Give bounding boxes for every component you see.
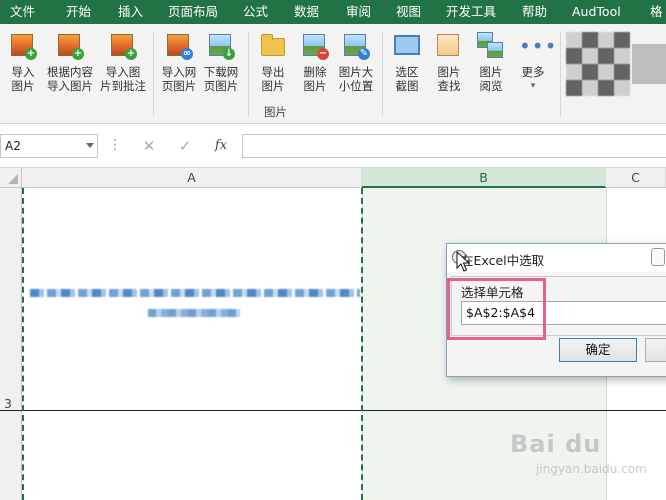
image-gallery-button[interactable]: 图片 阅览 [468, 32, 514, 116]
highlight-box [447, 278, 546, 340]
button-label: 图片 [11, 79, 35, 93]
import-web-image-button[interactable]: ∞ 导入网 页图片 [156, 32, 202, 116]
drag-handle-icon[interactable]: ⋮ [108, 138, 122, 152]
enter-icon[interactable]: ✓ [168, 134, 202, 158]
image-add-icon: + [56, 32, 84, 60]
tab-home[interactable]: 开始 [66, 0, 91, 24]
column-header-b[interactable]: B [362, 168, 606, 188]
button-label: 更多 [521, 65, 545, 79]
tab-formulas[interactable]: 公式 [243, 0, 268, 24]
image-download-icon: ↓ [207, 32, 235, 60]
button-label: 下载网 [203, 65, 239, 79]
more-button[interactable]: ••• 更多 ▾ [510, 32, 556, 116]
more-icon: ••• [519, 34, 558, 58]
button-label: 根据内容 [47, 65, 93, 79]
column-header-c[interactable]: C [606, 168, 666, 188]
button-label: 导入 [11, 65, 35, 79]
row-border [0, 410, 666, 411]
button-label: 导入网 [161, 65, 197, 79]
ribbon-separator [248, 32, 249, 116]
button-label: 查找 [437, 79, 461, 93]
watermark-logo: Bai du [510, 430, 602, 458]
folder-icon [259, 32, 287, 60]
ribbon-separator [153, 32, 154, 116]
watermark-url: jingyan.baidu.com [536, 462, 647, 476]
formula-input[interactable] [242, 134, 666, 158]
image-link-icon: ∞ [165, 32, 193, 60]
ok-button[interactable]: 确定 [559, 338, 637, 362]
delete-image-button[interactable]: − 删除 图片 [292, 32, 338, 116]
ribbon-tab-bar: 文件 开始 插入 页面布局 公式 数据 审阅 视图 开发工具 帮助 AudToo… [0, 0, 666, 24]
button-label: 导入图片 [47, 79, 93, 93]
ribbon-separator [382, 32, 383, 116]
button-label: 选区 [395, 65, 419, 79]
button-label: 阅览 [479, 79, 503, 93]
cancel-button[interactable] [645, 338, 666, 362]
tab-data[interactable]: 数据 [294, 0, 319, 24]
import-image-button[interactable]: + 导入 图片 [0, 32, 46, 116]
button-label: 图片 [437, 65, 461, 79]
tab-file[interactable]: 文件 [10, 0, 35, 24]
tab-help[interactable]: 帮助 [522, 0, 547, 24]
select-all-corner[interactable] [0, 168, 22, 188]
ribbon-group-label: 图片 [264, 105, 287, 119]
cell-a2-content [30, 289, 360, 297]
blurred-thumbnail [566, 32, 630, 96]
row-header-3[interactable]: 3 [0, 396, 22, 411]
ribbon: + 导入 图片 + 根据内容 导入图片 + 导入图 片到批注 ∞ 导入网 页图片… [0, 24, 666, 124]
button-label: 片到批注 [100, 79, 146, 93]
image-search-button[interactable]: 图片 查找 [426, 32, 472, 116]
import-to-comment-button[interactable]: + 导入图 片到批注 [98, 32, 148, 116]
button-label: 图片 [303, 79, 327, 93]
ribbon-separator [560, 32, 561, 116]
copy-marquee [22, 188, 24, 500]
tab-page-layout[interactable]: 页面布局 [168, 0, 218, 24]
button-label: 导入图 [105, 65, 141, 79]
image-size-position-button[interactable]: ✎ 图片大 小位置 [334, 32, 378, 116]
button-label: 截图 [395, 79, 419, 93]
selection-screenshot-button[interactable]: 选区 截图 [384, 32, 430, 116]
image-comment-icon: + [109, 32, 137, 60]
mouse-cursor-icon [456, 251, 470, 272]
button-label: 页图片 [161, 79, 197, 93]
tab-insert[interactable]: 插入 [118, 0, 143, 24]
image-resize-icon: ✎ [342, 32, 370, 60]
image-delete-icon: − [301, 32, 329, 60]
dialog-title: 在Excel中选取 [461, 253, 545, 268]
download-web-image-button[interactable]: ↓ 下载网 页图片 [198, 32, 244, 116]
button-label: 导出 [261, 65, 285, 79]
button-label: 页图片 [203, 79, 239, 93]
column-header-a[interactable]: A [22, 168, 362, 188]
tab-audtool[interactable]: AudTool [572, 0, 621, 24]
blurred-thumbnail [632, 44, 666, 84]
formula-bar: A2 ⋮ ✕ ✓ fx [0, 124, 666, 168]
close-button[interactable] [651, 248, 665, 266]
image-add-icon: + [9, 32, 37, 60]
tab-review[interactable]: 审阅 [346, 0, 371, 24]
row-header-strip [0, 188, 22, 500]
chevron-down-icon[interactable] [86, 143, 94, 148]
button-label: 图片 [479, 65, 503, 79]
dialog-title-bar[interactable]: 在Excel中选取 [447, 244, 666, 272]
watermark: Bai du jingyan.baidu.com [510, 430, 660, 480]
copy-marquee [361, 188, 363, 500]
button-label: 图片大 [338, 65, 374, 79]
button-label: 小位置 [338, 79, 374, 93]
image-search-icon [435, 32, 463, 60]
screenshot-icon [393, 32, 421, 60]
name-box[interactable]: A2 [0, 134, 98, 158]
tab-view[interactable]: 视图 [396, 0, 421, 24]
import-by-content-button[interactable]: + 根据内容 导入图片 [44, 32, 96, 116]
tab-more[interactable]: 格 [650, 0, 663, 24]
insert-function-icon[interactable]: fx [204, 134, 238, 158]
button-label: 图片 [261, 79, 285, 93]
button-label: 删除 [303, 65, 327, 79]
image-gallery-icon [477, 32, 505, 60]
tab-developer[interactable]: 开发工具 [446, 0, 496, 24]
cancel-icon[interactable]: ✕ [132, 134, 166, 158]
cell-a2-content [148, 309, 240, 317]
chevron-down-icon: ▾ [530, 81, 536, 91]
